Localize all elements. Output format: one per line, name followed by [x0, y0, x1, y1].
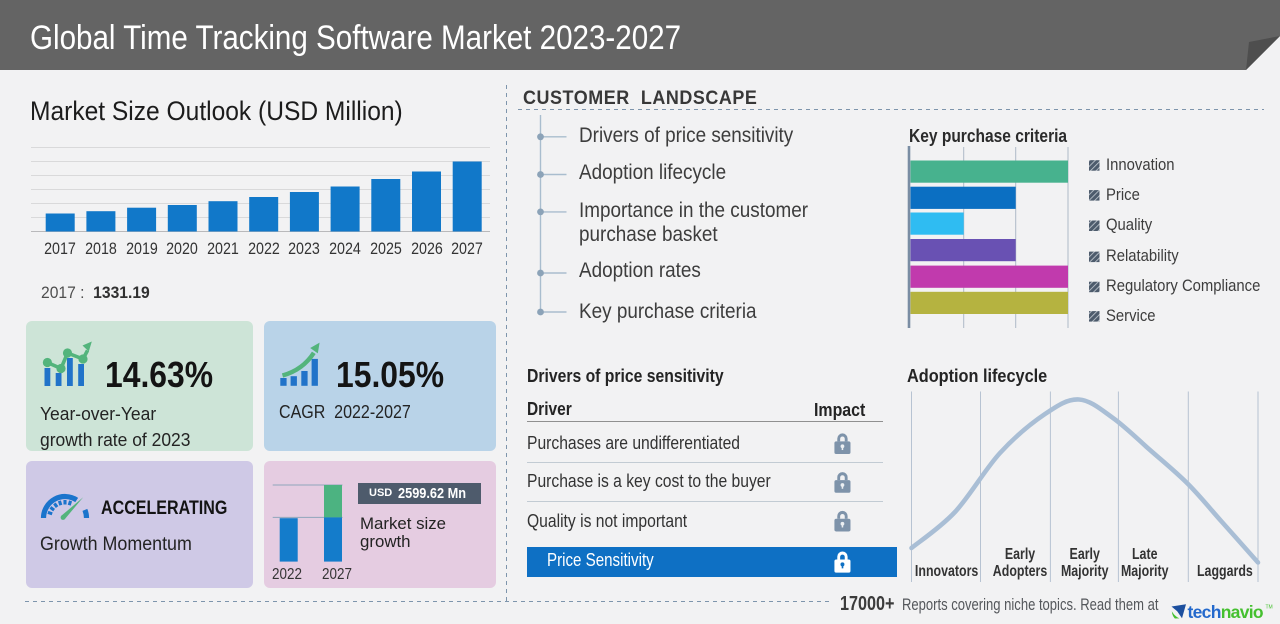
svg-text:TM: TM — [1266, 605, 1273, 611]
svg-text:technavio: technavio — [1188, 602, 1263, 622]
